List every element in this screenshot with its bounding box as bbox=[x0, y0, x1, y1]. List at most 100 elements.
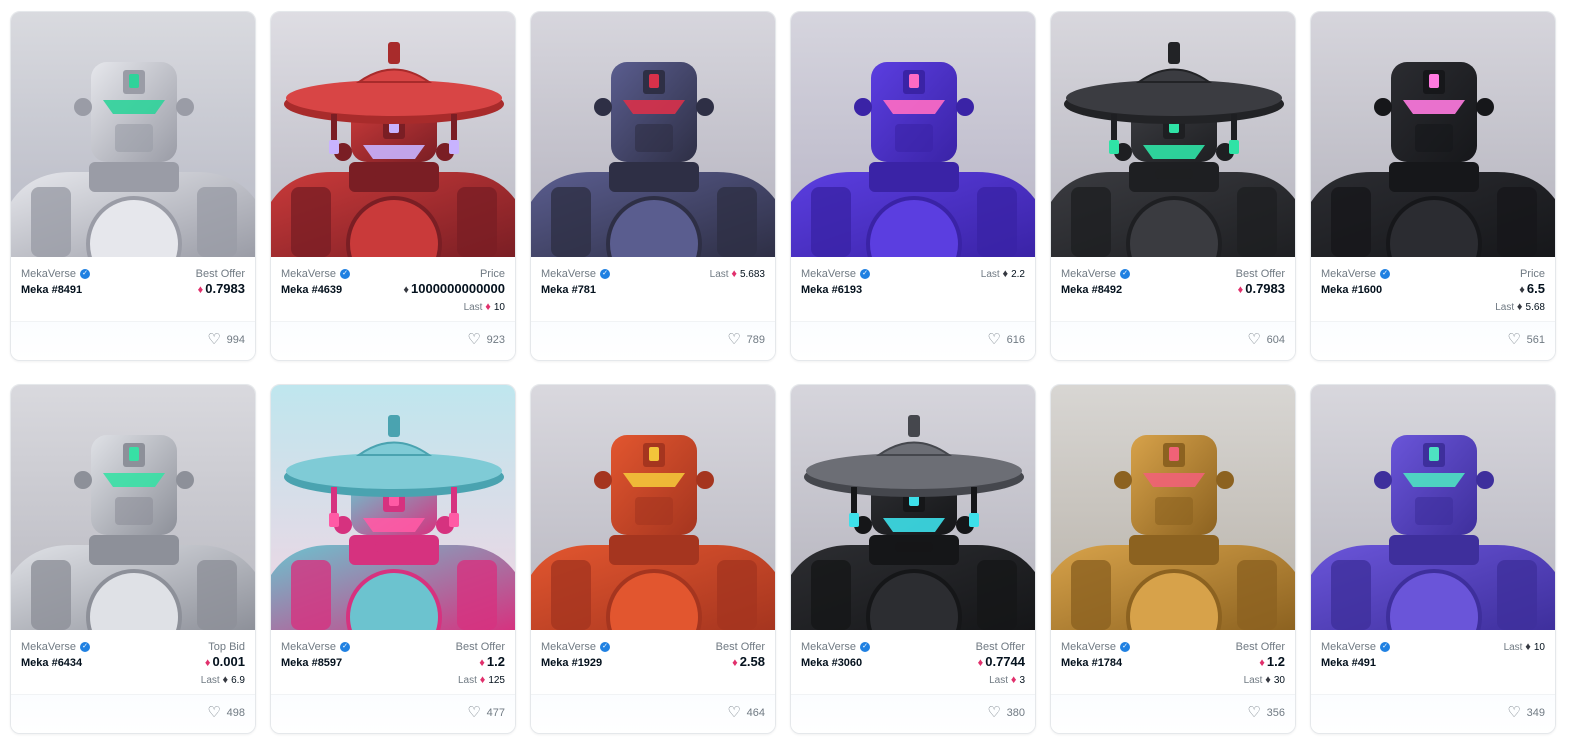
nft-artwork[interactable] bbox=[531, 385, 775, 630]
ethereum-icon: ♦ bbox=[479, 657, 485, 669]
price-block: Top Bid ♦ 0.001 Last ♦ 6.9 bbox=[201, 640, 245, 688]
collection-name[interactable]: MekaVerse bbox=[281, 267, 336, 281]
ethereum-icon: ♦ bbox=[222, 674, 229, 686]
nft-artwork[interactable] bbox=[271, 12, 515, 257]
nft-card[interactable]: MekaVerse ✓ Meka #4639 Price ♦ 10000000000… bbox=[270, 11, 516, 361]
favorite-count: 349 bbox=[1526, 707, 1545, 719]
favorite-button[interactable]: ♡ 349 bbox=[1507, 704, 1545, 721]
last-sale-label: Last bbox=[980, 269, 1003, 280]
collection-name[interactable]: MekaVerse bbox=[1321, 640, 1376, 654]
last-sale-value: 5.68 bbox=[1525, 302, 1545, 313]
nft-artwork[interactable] bbox=[1051, 385, 1295, 630]
nft-card[interactable]: MekaVerse ✓ Meka #1929 Best Offer ♦ 2.58 ♡… bbox=[530, 384, 776, 734]
verified-check-icon: ✓ bbox=[340, 269, 351, 279]
nft-artwork[interactable] bbox=[1311, 12, 1555, 257]
last-sale: Last ♦ 10 bbox=[1504, 640, 1545, 655]
card-footer: ♡ 349 bbox=[1311, 694, 1555, 733]
nft-card[interactable]: MekaVerse ✓ Meka #491 Last ♦ 10 ♡ 349 bbox=[1310, 384, 1556, 734]
nft-artwork[interactable] bbox=[1311, 385, 1555, 630]
favorite-button[interactable]: ♡ 616 bbox=[987, 332, 1025, 347]
collection-name[interactable]: MekaVerse bbox=[281, 640, 336, 654]
ethereum-icon: ♦ bbox=[731, 268, 737, 280]
favorite-button[interactable]: ♡ 356 bbox=[1247, 705, 1285, 720]
ethereum-icon: ♦ bbox=[403, 284, 409, 296]
collection-name[interactable]: MekaVerse bbox=[21, 267, 76, 281]
collection-name[interactable]: MekaVerse bbox=[541, 267, 596, 281]
ethereum-icon: ♦ bbox=[1525, 641, 1531, 653]
last-sale: Last ♦ 125 bbox=[456, 673, 505, 688]
heart-outline-icon: ♡ bbox=[1507, 331, 1521, 348]
nft-name[interactable]: Meka #781 bbox=[541, 282, 765, 298]
nft-artwork[interactable] bbox=[791, 12, 1035, 257]
price-label: Price bbox=[1519, 268, 1545, 280]
price-value: ♦ 1.2 bbox=[456, 654, 505, 671]
card-info: MekaVerse ✓ Meka #4639 Price ♦ 10000000000… bbox=[271, 257, 515, 322]
nft-card[interactable]: MekaVerse ✓ Meka #8491 Best Offer ♦ 0.7983… bbox=[10, 11, 256, 361]
collection-name[interactable]: MekaVerse bbox=[21, 640, 76, 654]
favorite-button[interactable]: ♡ 994 bbox=[207, 332, 245, 347]
card-info: MekaVerse ✓ Meka #1929 Best Offer ♦ 2.58 bbox=[531, 630, 775, 695]
price-value: ♦ 2.58 bbox=[716, 654, 765, 671]
nft-card[interactable]: MekaVerse ✓ Meka #1600 Price ♦ 6.5 Last ♦ 5.… bbox=[1310, 11, 1556, 361]
collection-name[interactable]: MekaVerse bbox=[1061, 267, 1116, 281]
favorite-count: 356 bbox=[1266, 707, 1285, 719]
last-sale-value: 3 bbox=[1019, 675, 1025, 686]
price-block: Best Offer ♦ 2.58 bbox=[716, 640, 765, 671]
collection-name[interactable]: MekaVerse bbox=[801, 267, 856, 281]
price-value: ♦ 0.7983 bbox=[1236, 281, 1285, 298]
verified-check-icon: ✓ bbox=[1120, 642, 1131, 652]
favorite-count: 923 bbox=[486, 334, 505, 346]
nft-card[interactable]: MekaVerse ✓ Meka #3060 Best Offer ♦ 0.7744… bbox=[790, 384, 1036, 734]
last-sale-value: 6.9 bbox=[231, 675, 245, 686]
card-footer: ♡ 616 bbox=[791, 321, 1035, 360]
nft-artwork[interactable] bbox=[531, 12, 775, 257]
nft-artwork[interactable] bbox=[791, 385, 1035, 630]
favorite-button[interactable]: ♡ 380 bbox=[987, 705, 1025, 720]
nft-name[interactable]: Meka #6193 bbox=[801, 282, 1025, 298]
collection-name[interactable]: MekaVerse bbox=[541, 640, 596, 654]
favorite-button[interactable]: ♡ 498 bbox=[207, 705, 245, 720]
collection-name[interactable]: MekaVerse bbox=[1061, 640, 1116, 654]
card-footer: ♡ 561 bbox=[1311, 321, 1555, 360]
verified-check-icon: ✓ bbox=[860, 642, 871, 652]
nft-artwork[interactable] bbox=[271, 385, 515, 630]
nft-artwork[interactable] bbox=[1051, 12, 1295, 257]
favorite-count: 994 bbox=[226, 334, 245, 346]
last-sale-label: Last bbox=[1495, 302, 1517, 313]
favorite-count: 464 bbox=[746, 707, 765, 719]
favorite-button[interactable]: ♡ 561 bbox=[1507, 331, 1545, 348]
card-footer: ♡ 923 bbox=[271, 321, 515, 360]
nft-card[interactable]: MekaVerse ✓ Meka #8597 Best Offer ♦ 1.2 Las… bbox=[270, 384, 516, 734]
price-amount: 0.001 bbox=[212, 654, 245, 669]
nft-card[interactable]: MekaVerse ✓ Meka #1784 Best Offer ♦ 1.2 Las… bbox=[1050, 384, 1296, 734]
last-sale: Last ♦ 10 bbox=[403, 300, 505, 315]
ethereum-icon: ♦ bbox=[479, 674, 486, 686]
card-info: MekaVerse ✓ Meka #8491 Best Offer ♦ 0.7983 bbox=[11, 257, 255, 322]
nft-artwork[interactable] bbox=[11, 12, 255, 257]
last-sale: Last ♦ 5.68 bbox=[1495, 300, 1545, 315]
nft-card[interactable]: MekaVerse ✓ Meka #781 Last ♦ 5.683 ♡ 789 bbox=[530, 11, 776, 361]
nft-card[interactable]: MekaVerse ✓ Meka #6193 Last ♦ 2.2 ♡ 616 bbox=[790, 11, 1036, 361]
verified-check-icon: ✓ bbox=[600, 269, 611, 279]
nft-artwork[interactable] bbox=[11, 385, 255, 630]
last-sale-value: 10 bbox=[1533, 642, 1545, 653]
ethereum-icon: ♦ bbox=[732, 657, 738, 669]
favorite-button[interactable]: ♡ 477 bbox=[467, 704, 505, 721]
nft-card[interactable]: MekaVerse ✓ Meka #8492 Best Offer ♦ 0.7983… bbox=[1050, 11, 1296, 361]
favorite-button[interactable]: ♡ 789 bbox=[727, 332, 765, 347]
favorite-button[interactable]: ♡ 464 bbox=[727, 705, 765, 720]
favorite-button[interactable]: ♡ 923 bbox=[467, 332, 505, 347]
collection-name[interactable]: MekaVerse bbox=[1321, 267, 1376, 281]
price-label: Best Offer bbox=[1235, 641, 1285, 653]
heart-outline-icon: ♡ bbox=[1507, 704, 1521, 721]
last-sale-label: Last bbox=[1503, 642, 1526, 653]
ethereum-icon: ♦ bbox=[1265, 674, 1271, 686]
price-label: Best Offer bbox=[455, 641, 505, 653]
heart-outline-icon: ♡ bbox=[467, 704, 481, 721]
last-sale-label: Last bbox=[200, 675, 223, 686]
nft-name[interactable]: Meka #491 bbox=[1321, 655, 1545, 671]
collection-name[interactable]: MekaVerse bbox=[801, 640, 856, 654]
nft-card[interactable]: MekaVerse ✓ Meka #6434 Top Bid ♦ 0.001 Last… bbox=[10, 384, 256, 734]
favorite-button[interactable]: ♡ 604 bbox=[1247, 332, 1285, 347]
card-info: MekaVerse ✓ Meka #1784 Best Offer ♦ 1.2 Las… bbox=[1051, 630, 1295, 695]
